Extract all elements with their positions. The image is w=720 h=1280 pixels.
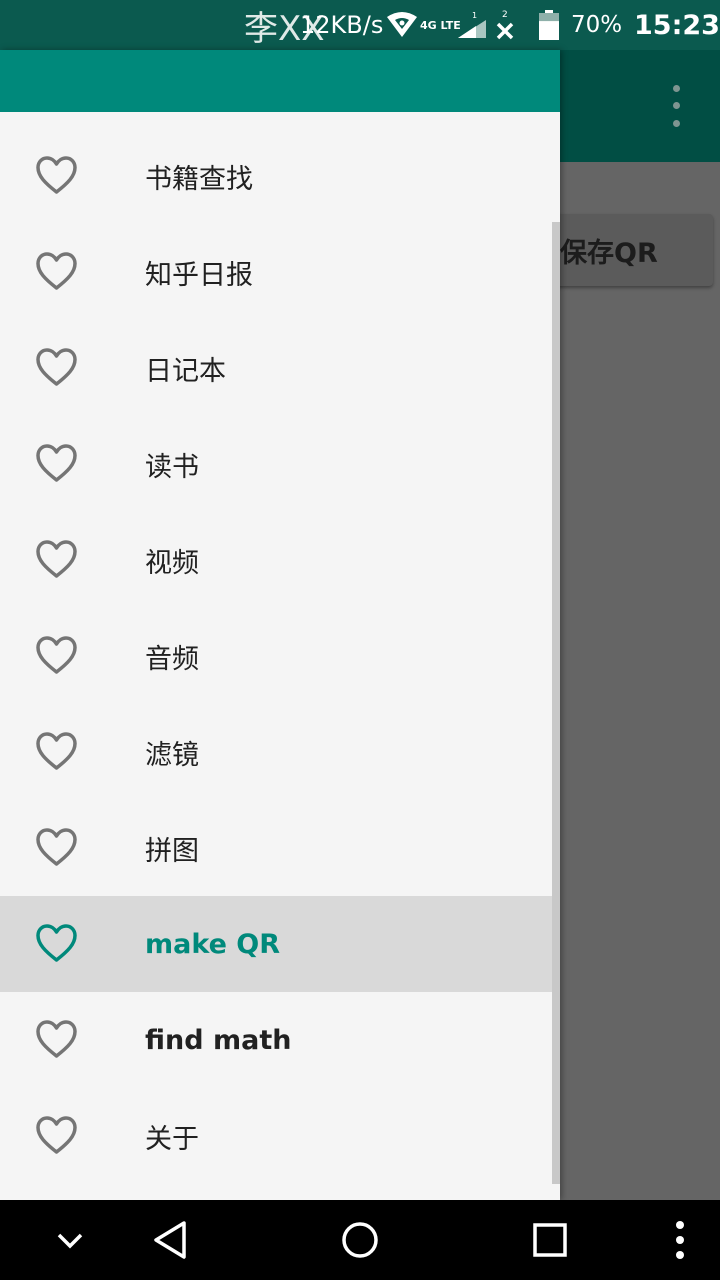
navigation-drawer: 书籍查找知乎日报日记本读书视频音频滤镜拼图 make QR find math 关于 — [0, 50, 560, 1200]
drawer-item-label: 音频 — [145, 643, 199, 675]
heart-outline-icon — [36, 1115, 77, 1157]
battery-icon — [538, 0, 560, 50]
drawer-item[interactable]: make QR — [0, 896, 560, 992]
more-vert-icon[interactable] — [662, 80, 690, 132]
network-speed: 12KB/s — [300, 11, 384, 39]
drawer-item-label: 关于 — [145, 1123, 199, 1155]
drawer-item[interactable]: 日记本 — [0, 320, 560, 416]
drawer-item[interactable]: 读书 — [0, 416, 560, 512]
heart-outline-icon — [36, 635, 77, 677]
home-circle-icon[interactable] — [330, 1200, 390, 1280]
heart-outline-icon — [36, 731, 77, 773]
no-signal-icon: 2 — [494, 0, 516, 50]
heart-outline-icon — [36, 347, 77, 389]
drawer-item[interactable]: 拼图 — [0, 800, 560, 896]
drawer-item-label: 视频 — [145, 547, 199, 579]
heart-outline-icon — [36, 251, 77, 293]
heart-outline-icon — [36, 1019, 77, 1061]
heart-outline-icon — [36, 443, 77, 485]
drawer-scrollbar[interactable] — [552, 222, 560, 1184]
chevron-down-icon[interactable] — [40, 1200, 100, 1280]
clock: 15:23 — [634, 9, 720, 41]
navigation-bar — [0, 1200, 720, 1280]
drawer-item-label: 读书 — [145, 451, 199, 483]
more-vert-icon[interactable] — [660, 1200, 700, 1280]
signal-icon: 1 — [456, 0, 488, 50]
drawer-header — [0, 50, 560, 112]
drawer-item-label: make QR — [145, 928, 281, 960]
heart-outline-icon — [36, 923, 77, 965]
heart-outline-icon — [36, 827, 77, 869]
drawer-item[interactable]: 知乎日报 — [0, 224, 560, 320]
drawer-item-label: 书籍查找 — [145, 163, 253, 195]
drawer-item[interactable]: 滤镜 — [0, 704, 560, 800]
drawer-item-label: 日记本 — [145, 355, 226, 387]
back-triangle-icon[interactable] — [140, 1200, 200, 1280]
sim2-label: 2 — [502, 10, 508, 20]
drawer-item[interactable]: 书籍查找 — [0, 128, 560, 224]
sim1-label: 1 — [472, 11, 477, 20]
status-bar: 李XX 12KB/s 4G LTE 1 2 70% 15:23 — [0, 0, 720, 50]
wifi-icon — [386, 0, 418, 50]
recents-square-icon[interactable] — [520, 1200, 580, 1280]
heart-outline-icon — [36, 539, 77, 581]
drawer-item-label: 拼图 — [145, 835, 199, 867]
drawer-item[interactable]: 音频 — [0, 608, 560, 704]
drawer-item[interactable]: 关于 — [0, 1088, 560, 1184]
drawer-item-label: 知乎日报 — [145, 259, 253, 291]
battery-percent: 70% — [571, 12, 623, 38]
drawer-item[interactable]: find math — [0, 992, 560, 1088]
drawer-item-label: 滤镜 — [145, 739, 199, 771]
drawer-menu: 书籍查找知乎日报日记本读书视频音频滤镜拼图 make QR find math 关于 — [0, 128, 560, 1184]
drawer-item-label: find math — [145, 1024, 292, 1056]
save-qr-button[interactable]: 保存QR — [540, 214, 713, 286]
drawer-item[interactable]: 视频 — [0, 512, 560, 608]
heart-outline-icon — [36, 155, 77, 197]
lte-label: 4G LTE — [420, 18, 461, 32]
